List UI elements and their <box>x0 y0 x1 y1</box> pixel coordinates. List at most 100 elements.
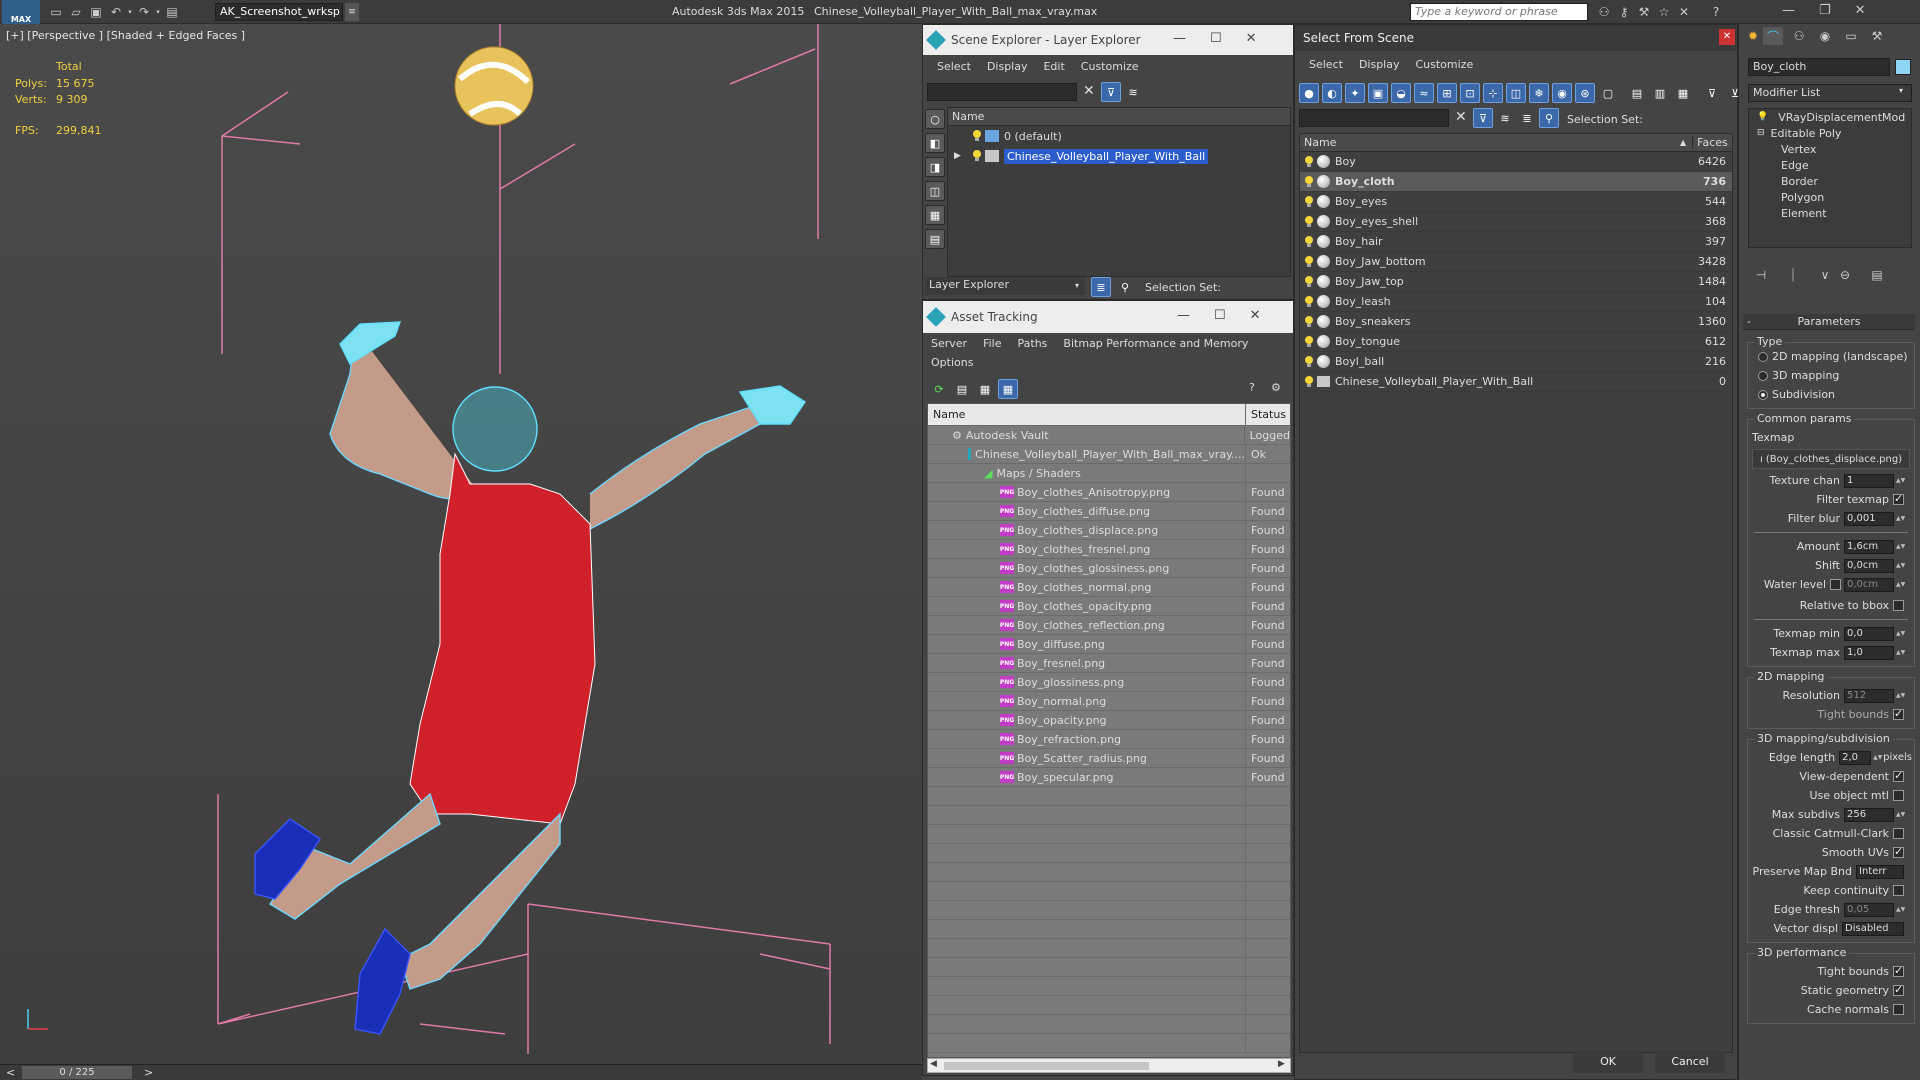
cameras-filter-icon[interactable]: ▦ <box>925 205 945 225</box>
radio-2d-mapping[interactable] <box>1758 351 1768 362</box>
close-icon[interactable]: ✕ <box>1250 308 1261 323</box>
spinner-arrows-icon[interactable]: ▲▼ <box>1896 689 1905 703</box>
minimize-icon[interactable]: — <box>1177 308 1190 323</box>
help-icon[interactable]: ? <box>1249 381 1255 394</box>
ok-button[interactable]: OK <box>1573 1051 1643 1073</box>
spinner-arrows-icon[interactable]: ▲▼ <box>1896 903 1905 917</box>
menu-select[interactable]: Select <box>937 60 971 73</box>
type-option-subdivision[interactable]: Subdivision <box>1748 385 1914 404</box>
spinner-arrows-icon[interactable]: ▲▼ <box>1873 751 1882 765</box>
scene-explorer-titlebar[interactable]: Scene Explorer - Layer Explorer — ☐ ✕ <box>923 25 1293 55</box>
select-from-scene-titlebar[interactable]: Select From Scene ✕ <box>1295 25 1737 51</box>
asset-row-map[interactable]: PNG Boy_clothes_glossiness.png Found <box>928 559 1290 578</box>
asset-row-map[interactable]: PNG Boy_clothes_diffuse.png Found <box>928 502 1290 521</box>
object-row[interactable]: Boy_Jaw_top 1484 <box>1300 272 1732 292</box>
visibility-bulb-icon[interactable] <box>1304 195 1314 208</box>
keep-continuity-checkbox[interactable] <box>1893 885 1904 896</box>
stack-item-vraydisplacementmod[interactable]: 💡 VRayDisplacementMod <box>1749 109 1911 125</box>
column-header-faces[interactable]: Faces <box>1692 136 1728 149</box>
open-file-icon[interactable]: ▱ <box>66 3 86 21</box>
parameters-rollout-header[interactable]: - Parameters <box>1743 314 1915 330</box>
object-row[interactable]: Boyl_ball 216 <box>1300 352 1732 372</box>
water-level-spinner[interactable]: 0,0cm <box>1844 577 1894 592</box>
refresh-icon[interactable]: ⟳ <box>929 379 949 399</box>
column-header-name[interactable]: Name <box>928 404 1246 425</box>
next-frame-button[interactable]: > <box>144 1066 153 1079</box>
geometry-filter-icon[interactable]: ◧ <box>925 133 945 153</box>
scene-render[interactable] <box>0 24 922 1064</box>
table-view-icon[interactable]: ▦ <box>998 379 1018 399</box>
menu-display[interactable]: Display <box>1359 58 1400 71</box>
menu-file[interactable]: File <box>983 337 1001 350</box>
spinner-arrows-icon[interactable]: ▲▼ <box>1896 646 1905 660</box>
redo-dropdown-icon[interactable]: ▾ <box>154 3 162 21</box>
space-warps-filter-icon[interactable]: ≈ <box>1414 83 1434 103</box>
spinner-arrows-icon[interactable]: ▲▼ <box>1896 540 1905 554</box>
settings-icon[interactable]: ⚙ <box>1271 381 1281 394</box>
menu-select[interactable]: Select <box>1309 58 1343 71</box>
object-row[interactable]: Chinese_Volleyball_Player_With_Ball 0 <box>1300 372 1732 392</box>
redo-icon[interactable]: ↷ <box>134 3 154 21</box>
explorer-mode-dropdown[interactable]: Layer Explorer <box>925 277 1085 295</box>
visibility-bulb-icon[interactable] <box>1304 275 1314 288</box>
display-none-icon[interactable]: ○ <box>925 109 945 129</box>
spinner-arrows-icon[interactable]: ▲▼ <box>1896 512 1905 526</box>
asset-row-map[interactable]: PNG Boy_clothes_normal.png Found <box>928 578 1290 597</box>
texmap-max-spinner[interactable]: 1,0 <box>1844 645 1894 660</box>
shapes-filter-icon[interactable]: ◐ <box>1322 83 1342 103</box>
filter-blur-spinner[interactable]: 0,001 <box>1844 511 1894 526</box>
preserve-map-dropdown[interactable]: Interr <box>1856 864 1904 879</box>
hierarchy-toggle-icon[interactable]: ⚲ <box>1115 277 1135 297</box>
display-all-icon[interactable]: ▢ <box>1598 83 1618 103</box>
subscription-icon[interactable]: ⚒ <box>1634 3 1654 21</box>
spinner-arrows-icon[interactable]: ▲▼ <box>1896 808 1905 822</box>
visibility-bulb-icon[interactable] <box>1304 215 1314 228</box>
favorites-icon[interactable]: ☆ <box>1654 3 1674 21</box>
type-option-2d[interactable]: 2D mapping (landscape) <box>1748 347 1914 366</box>
asset-row-map[interactable]: PNG Boy_specular.png Found <box>928 768 1290 787</box>
asset-row-map[interactable]: PNG Boy_clothes_fresnel.png Found <box>928 540 1290 559</box>
classic-catmull-checkbox[interactable] <box>1893 828 1904 839</box>
use-object-mtl-checkbox[interactable] <box>1893 790 1904 801</box>
cameras-filter-icon[interactable]: ▣ <box>1368 83 1388 103</box>
app-logo[interactable]: MAX <box>2 0 40 24</box>
filter-icon[interactable]: ⊽ <box>1473 108 1493 128</box>
column-header-name[interactable]: Name <box>948 108 1290 126</box>
relative-bbox-checkbox[interactable] <box>1893 600 1904 611</box>
type-option-3d[interactable]: 3D mapping <box>1748 366 1914 385</box>
radio-subdivision[interactable] <box>1758 389 1768 400</box>
close-icon[interactable]: ✕ <box>1246 31 1257 46</box>
frozen-filter-icon[interactable]: ❄ <box>1529 83 1549 103</box>
undo-dropdown-icon[interactable]: ▾ <box>126 3 134 21</box>
bones-filter-icon[interactable]: ⊹ <box>1483 83 1503 103</box>
exchange-icon[interactable]: ✕ <box>1674 3 1694 21</box>
resolution-spinner[interactable]: 512 <box>1844 688 1894 703</box>
cancel-button[interactable]: Cancel <box>1655 1051 1725 1073</box>
asset-table-hscrollbar[interactable]: ◀ ▶ <box>927 1058 1291 1073</box>
menu-paths[interactable]: Paths <box>1018 337 1048 350</box>
object-row[interactable]: Boy_Jaw_bottom 3428 <box>1300 252 1732 272</box>
view-dependent-checkbox[interactable] <box>1893 769 1904 782</box>
show-end-result-icon[interactable]: ⏐ <box>1783 266 1803 284</box>
visibility-bulb-icon[interactable] <box>1304 295 1314 308</box>
object-name-field[interactable]: Boy_cloth <box>1748 58 1890 76</box>
visibility-bulb-icon[interactable] <box>1304 315 1314 328</box>
visibility-bulb-icon[interactable] <box>1304 255 1314 268</box>
helpers-filter-icon[interactable]: ▤ <box>925 229 945 249</box>
dropdown-arrow-icon[interactable]: ▾ <box>1899 86 1903 95</box>
asset-row-map[interactable]: PNG Boy_refraction.png Found <box>928 730 1290 749</box>
stack-item-vertex[interactable]: Vertex <box>1749 141 1911 157</box>
visibility-bulb-icon[interactable] <box>1304 355 1314 368</box>
pin-stack-icon[interactable]: ⊣ <box>1751 266 1771 284</box>
search-input[interactable]: Type a keyword or phrase <box>1410 3 1588 21</box>
asset-row-map[interactable]: PNG Boy_clothes_opacity.png Found <box>928 597 1290 616</box>
invert-display-icon[interactable]: ▥ <box>1650 83 1670 103</box>
object-row[interactable]: Boy_leash 104 <box>1300 292 1732 312</box>
visibility-bulb-icon[interactable] <box>1304 335 1314 348</box>
spinner-arrows-icon[interactable]: ▲▼ <box>1896 627 1905 641</box>
static-geometry-checkbox[interactable] <box>1893 983 1904 996</box>
clear-find-icon[interactable]: ✕ <box>1083 83 1095 99</box>
shapes-filter-icon[interactable]: ◨ <box>925 157 945 177</box>
hidden-filter-icon[interactable]: ◉ <box>1552 83 1572 103</box>
project-folder-icon[interactable]: ▤ <box>162 3 182 21</box>
